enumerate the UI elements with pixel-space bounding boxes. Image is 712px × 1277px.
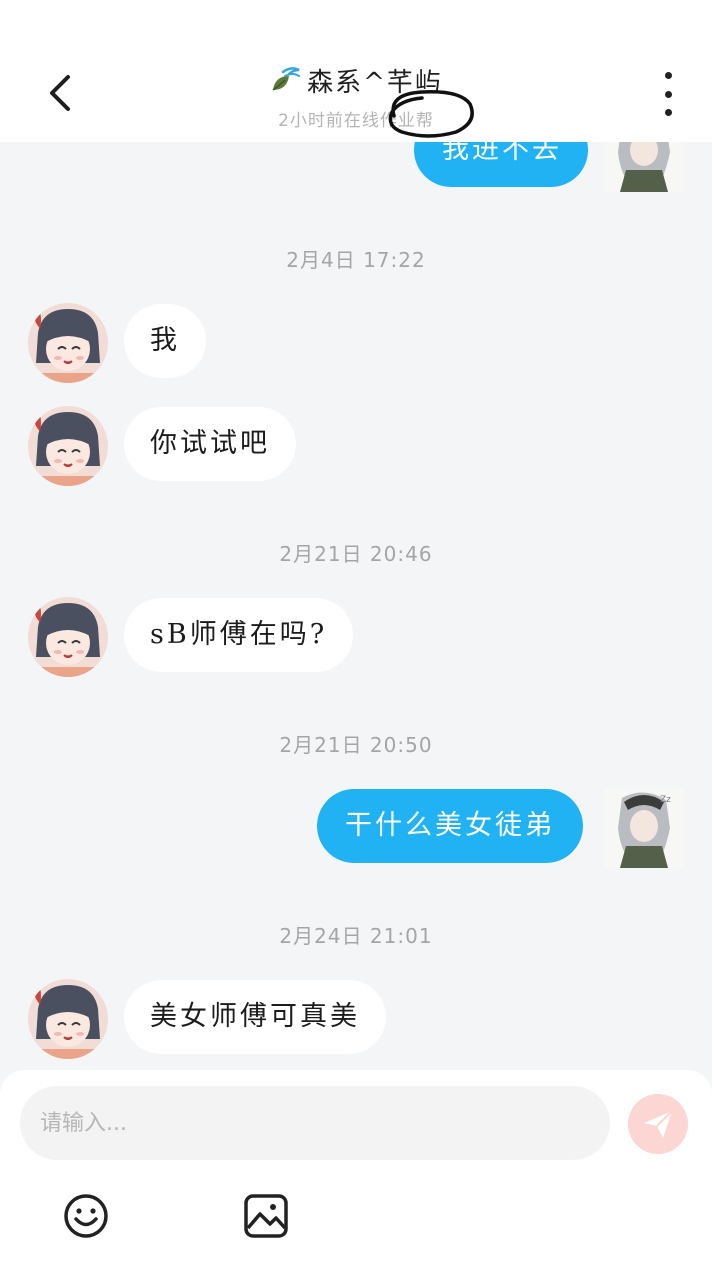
message-list[interactable]: 我进不去 2月4日 17:22 我 你试试吧 2月21日 20:46 sB师傅在… bbox=[0, 0, 712, 1072]
message-bubble-incoming[interactable]: 你试试吧 bbox=[124, 407, 296, 481]
image-icon bbox=[244, 1194, 288, 1238]
avatar-image bbox=[28, 406, 108, 486]
chat-title: 森系^芊屿 bbox=[307, 68, 443, 98]
avatar-image: Zz bbox=[604, 788, 684, 868]
avatar-image bbox=[28, 597, 108, 677]
message-bubble-incoming[interactable]: 美女师傅可真美 bbox=[124, 980, 386, 1054]
timestamp: 2月21日 20:50 bbox=[279, 733, 433, 757]
emoji-button[interactable] bbox=[62, 1192, 110, 1240]
avatar-image bbox=[28, 979, 108, 1059]
friend-avatar[interactable] bbox=[28, 406, 108, 486]
chat-title-area[interactable]: 森系^芊屿 2小时前在线作业帮 bbox=[0, 62, 712, 131]
timestamp: 2月21日 20:46 bbox=[279, 542, 433, 566]
friend-avatar[interactable] bbox=[28, 979, 108, 1059]
svg-text:Zz: Zz bbox=[660, 795, 671, 805]
more-options-button[interactable] bbox=[648, 72, 688, 116]
message-input[interactable] bbox=[20, 1086, 610, 1160]
timestamp: 2月24日 21:01 bbox=[279, 924, 433, 948]
message-bubble-incoming[interactable]: 我 bbox=[124, 304, 206, 378]
timestamp: 2月4日 17:22 bbox=[286, 248, 426, 272]
more-vertical-icon bbox=[664, 72, 672, 79]
send-button[interactable] bbox=[628, 1094, 688, 1154]
friend-avatar[interactable] bbox=[28, 303, 108, 383]
my-avatar[interactable]: Zz bbox=[604, 788, 684, 868]
chat-header: 森系^芊屿 2小时前在线作业帮 bbox=[0, 0, 712, 142]
message-bubble-outgoing[interactable]: 干什么美女徒弟 bbox=[317, 789, 583, 863]
message-bubble-incoming[interactable]: sB师傅在吗? bbox=[124, 598, 354, 672]
leaf-icon bbox=[272, 66, 301, 91]
friend-avatar[interactable] bbox=[28, 597, 108, 677]
smiley-icon bbox=[64, 1194, 108, 1238]
paper-plane-icon bbox=[644, 1110, 673, 1138]
avatar-image bbox=[28, 303, 108, 383]
message-composer bbox=[0, 1070, 712, 1277]
chat-subtitle: 2小时前在线作业帮 bbox=[278, 110, 434, 131]
image-button[interactable] bbox=[242, 1192, 290, 1240]
